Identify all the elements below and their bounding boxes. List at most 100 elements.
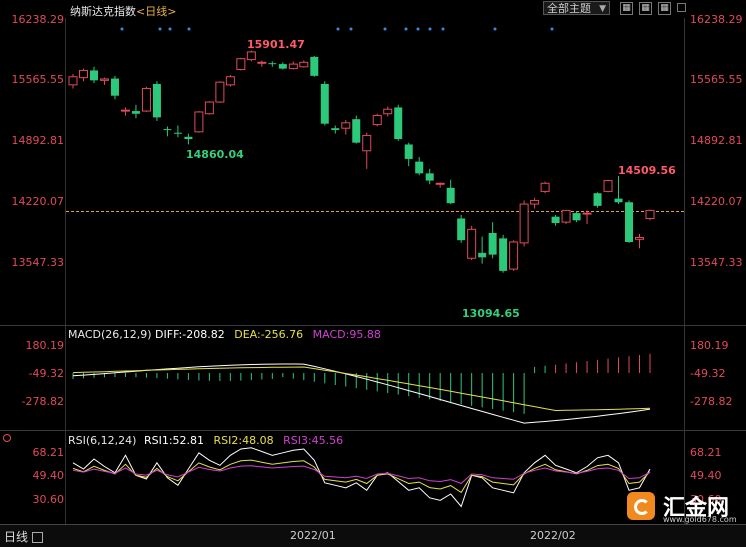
candles-group [68,50,655,273]
candle-body [362,134,372,152]
candle-body [603,180,613,192]
candle-body [435,182,445,185]
candle-body [488,232,497,255]
rsi-group [72,447,651,508]
high-label-2: 14509.56 [618,164,676,177]
candle-body [99,78,109,81]
candle-body [246,51,256,61]
event-dot [120,27,124,31]
candle-body [204,101,214,115]
event-dot [187,27,191,31]
rsi-axis-right-2: 49.40 [690,469,722,482]
low-label-1: 14860.04 [186,148,244,161]
candle-body [173,132,182,134]
rsi2-line [72,459,651,494]
candle-body [278,64,287,69]
macd-axis-right-3: -278.82 [690,395,733,408]
macd-dea: DEA:-256.76 [234,328,304,341]
candlestick-chart[interactable] [0,0,746,546]
macd-diff: DIFF:-208.82 [155,328,225,341]
event-dot [416,27,420,31]
candle-body [561,209,571,223]
candle-body [89,70,98,81]
candle-body [625,202,634,242]
candle-body [320,83,329,124]
candle-body [551,216,560,224]
candle-body [519,203,529,244]
period-toggle-icon [32,532,44,543]
macd-axis-left-1: 180.19 [25,339,65,352]
event-dot [441,27,445,31]
date-label-jan: 2022/01 [290,529,336,542]
candle-body [425,173,434,181]
candle-body [141,87,151,112]
candle-body [593,193,602,206]
event-dot [158,27,162,31]
candle-body [499,238,508,271]
candle-body [446,187,455,204]
logo-icon [627,492,655,520]
logo-url: www.gold678.com [663,515,737,524]
candle-body [163,129,172,131]
rsi-axis-left-1: 68.21 [32,446,65,459]
rsi-axis-right-1: 68.21 [690,446,722,459]
macd-name: MACD(26,12,9) [68,328,152,341]
candle-body [394,107,403,140]
candle-body [457,218,466,241]
candle-body [582,212,592,215]
high-label-1: 15901.47 [247,38,305,51]
event-dot [550,27,554,31]
macd-axis-right-2: -49.32 [690,367,726,380]
macd-diff-line [72,363,651,424]
candle-body [194,111,204,133]
macd-axis-right-1: 180.19 [690,339,729,352]
rsi-2: RSI2:48.08 [213,434,274,447]
rsi-3: RSI3:45.56 [283,434,344,447]
rsi-name: RSI(6,12,24) [68,434,137,447]
period-button[interactable]: 日线 [4,528,44,545]
candle-body [110,78,119,96]
macd-axis-left-3: -278.82 [21,395,64,408]
candle-body [404,144,413,159]
candle-body [415,161,424,174]
candle-body [352,119,361,143]
candle-body [120,109,130,112]
event-dot [493,27,497,31]
macd-legend: MACD(26,12,9) DIFF:-208.82 DEA:-256.76 M… [68,328,381,341]
candle-body [131,111,140,114]
settings-icon[interactable] [3,434,11,442]
rsi-axis-left-2: 49.40 [32,469,65,482]
candle-body [236,58,246,71]
rsi-1: RSI1:52.81 [143,434,205,447]
candle-body [530,199,540,205]
rsi-axis-left-3: 30.60 [32,493,65,506]
candle-body [310,56,319,76]
candle-body [78,69,88,79]
candle-body [268,63,277,65]
event-dot [336,27,340,31]
macd-axis-left-2: -49.32 [28,367,64,380]
candle-body [509,241,519,270]
candle-body [635,236,645,240]
rsi-legend: RSI(6,12,24) RSI1:52.81 RSI2:48.08 RSI3:… [68,434,343,447]
candle-body [184,136,193,140]
candle-body [257,61,267,64]
event-dot [383,27,387,31]
candle-body [331,128,340,131]
event-dot [349,27,353,31]
candle-body [645,209,655,220]
candle-body [540,182,550,192]
candle-body [478,252,487,258]
candle-body [68,76,78,86]
candle-body [614,198,623,203]
macd-group [72,353,651,424]
macd-dea-line [72,366,651,412]
candle-body [299,61,309,68]
rsi-separator [0,430,746,431]
candle-body [467,228,477,259]
candle-body [372,115,382,126]
macd-value: MACD:95.88 [312,328,381,341]
low-label-2: 13094.65 [462,307,520,320]
event-dots-group [120,27,554,31]
macd-separator [0,325,746,326]
